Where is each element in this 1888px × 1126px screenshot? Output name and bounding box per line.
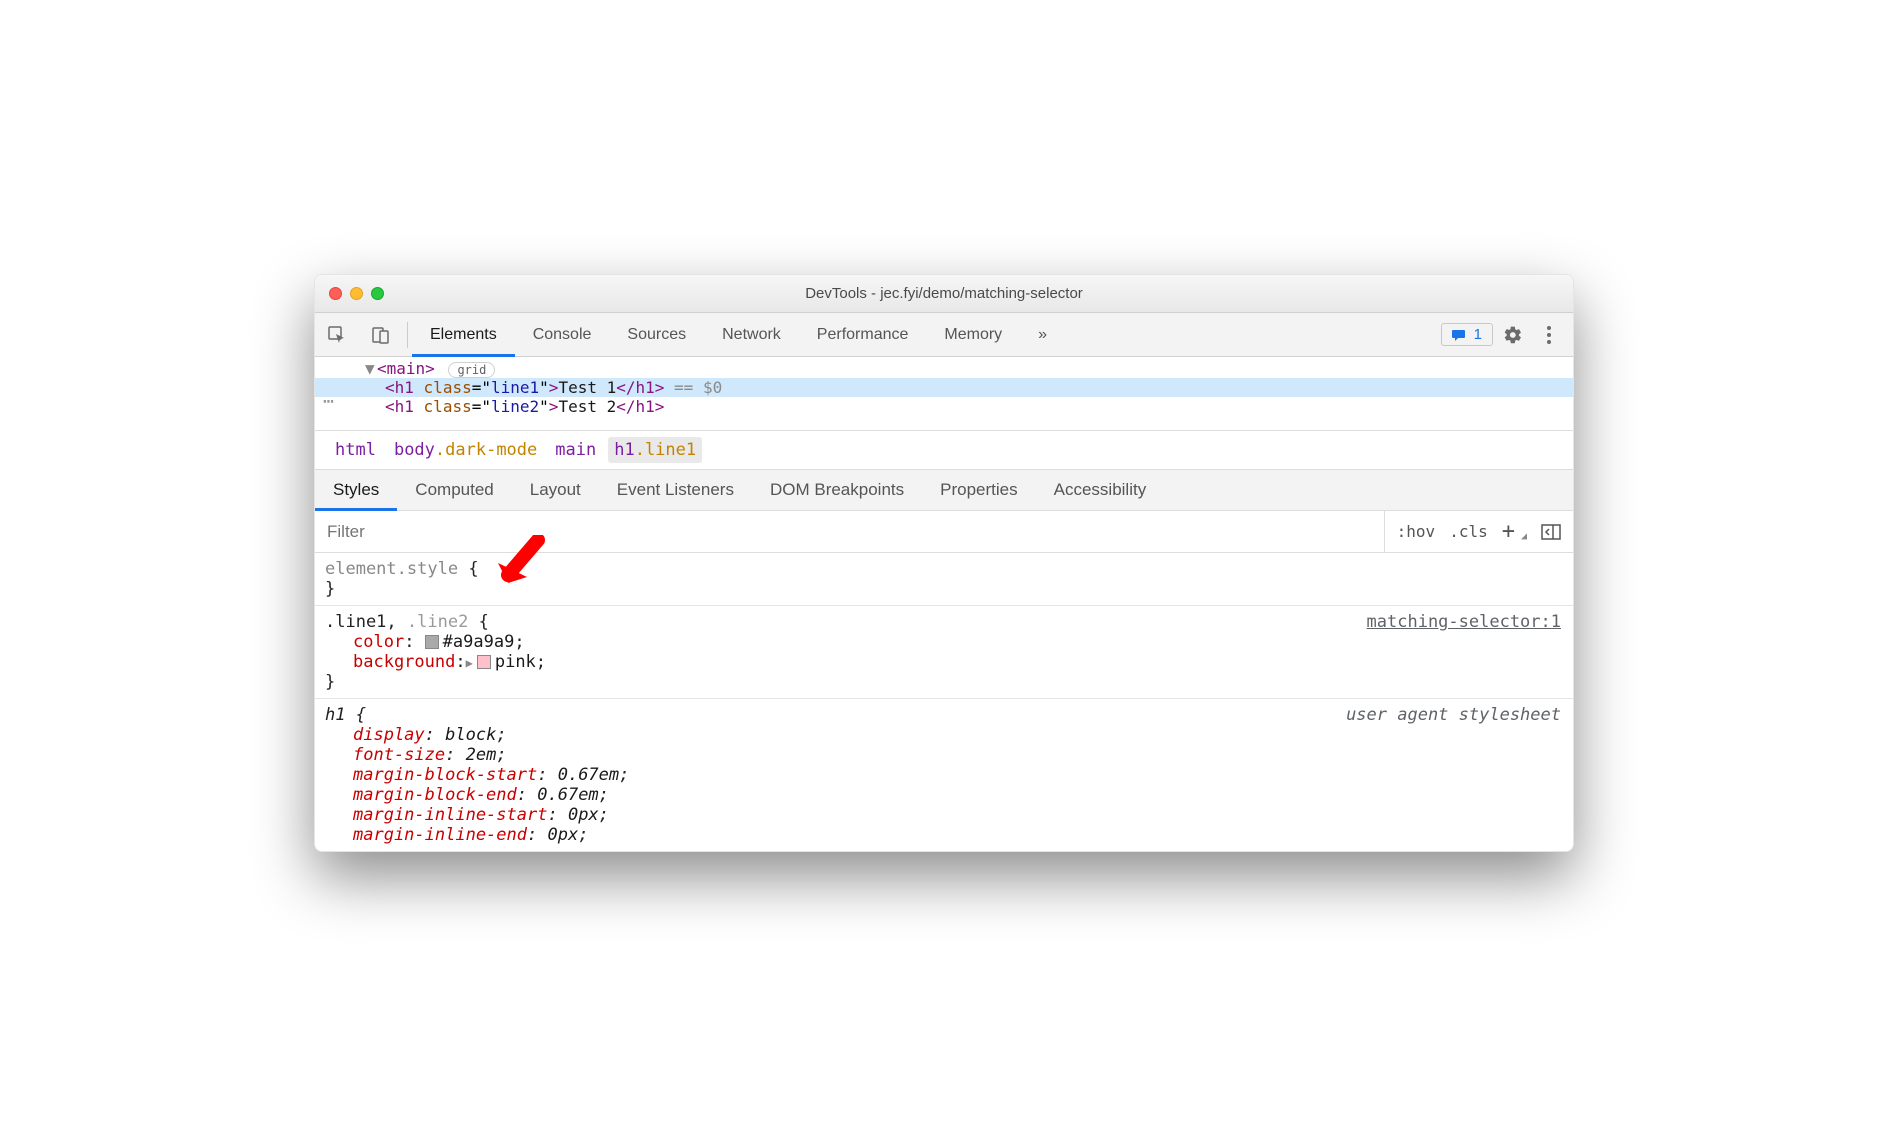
inspect-element-icon[interactable]	[315, 325, 359, 345]
declaration: font-size: 2em;	[325, 745, 1563, 765]
tag-name: main	[387, 359, 426, 378]
titlebar: DevTools - jec.fyi/demo/matching-selecto…	[315, 275, 1573, 313]
main-toolbar: Elements Console Sources Network Perform…	[315, 313, 1573, 357]
new-rule-chevron-icon[interactable]: ◢	[1521, 531, 1527, 542]
zoom-window-button[interactable]	[371, 287, 384, 300]
tab-network[interactable]: Network	[704, 313, 799, 356]
rule-h1-ua[interactable]: user agent stylesheet h1 { display: bloc…	[315, 699, 1573, 851]
gear-icon	[1503, 325, 1523, 345]
devtools-window: DevTools - jec.fyi/demo/matching-selecto…	[314, 274, 1574, 852]
subtab-layout[interactable]: Layout	[512, 470, 599, 510]
breadcrumb: html body.dark-mode main h1.line1	[315, 431, 1573, 470]
declaration: display: block;	[325, 725, 1563, 745]
styles-pane: element.style { } matching-selector:1 .l…	[315, 553, 1573, 851]
tab-console[interactable]: Console	[515, 313, 610, 356]
tab-sources[interactable]: Sources	[609, 313, 704, 356]
new-rule-button[interactable]: +	[1502, 519, 1515, 544]
subtab-computed[interactable]: Computed	[397, 470, 511, 510]
declaration: margin-inline-end: 0px;	[325, 825, 1563, 845]
filter-input[interactable]	[315, 522, 1384, 542]
source-link[interactable]: matching-selector:1	[1367, 612, 1561, 632]
dom-node-main[interactable]: ▼<main> grid	[315, 359, 1573, 378]
settings-button[interactable]	[1497, 319, 1529, 351]
dom-tree[interactable]: ▼<main> grid ⋯ <h1 class="line1">Test 1<…	[315, 357, 1573, 431]
subtab-properties[interactable]: Properties	[922, 470, 1035, 510]
crumb-html[interactable]: html	[329, 437, 382, 463]
issues-icon	[1452, 328, 1468, 342]
ellipsis-icon[interactable]: ⋯	[323, 391, 336, 412]
issues-button[interactable]: 1	[1441, 323, 1493, 346]
tab-overflow[interactable]: »	[1020, 313, 1065, 356]
rule-element-style[interactable]: element.style { }	[315, 553, 1573, 606]
subtab-dom-breakpoints[interactable]: DOM Breakpoints	[752, 470, 922, 510]
hov-button[interactable]: :hov	[1397, 522, 1436, 541]
minimize-window-button[interactable]	[350, 287, 363, 300]
toggle-sidebar-button[interactable]	[1541, 524, 1561, 540]
subtab-styles[interactable]: Styles	[315, 470, 397, 510]
expand-triangle-icon[interactable]: ▼	[365, 359, 377, 378]
subtab-accessibility[interactable]: Accessibility	[1036, 470, 1165, 510]
declaration: margin-block-end: 0.67em;	[325, 785, 1563, 805]
selector-label: element.style	[325, 559, 458, 579]
filter-row: :hov .cls + ◢	[315, 511, 1573, 553]
cls-button[interactable]: .cls	[1449, 522, 1488, 541]
crumb-body[interactable]: body.dark-mode	[388, 437, 543, 463]
color-swatch-icon[interactable]	[425, 635, 439, 649]
dom-node-selected[interactable]: <h1 class="line1">Test 1</h1> == $0	[315, 378, 1573, 397]
issues-count: 1	[1474, 326, 1482, 343]
declaration: margin-inline-start: 0px;	[325, 805, 1563, 825]
kebab-icon	[1547, 326, 1551, 344]
declaration[interactable]: background: ▶pink;	[325, 652, 1563, 672]
dom-node[interactable]: <h1 class="line2">Test 2</h1>	[315, 397, 1573, 416]
panel-tabs: Elements Console Sources Network Perform…	[412, 313, 1065, 356]
crumb-main[interactable]: main	[549, 437, 602, 463]
tab-elements[interactable]: Elements	[412, 313, 515, 356]
tab-performance[interactable]: Performance	[799, 313, 927, 356]
color-swatch-icon[interactable]	[477, 655, 491, 669]
close-window-button[interactable]	[329, 287, 342, 300]
more-options-button[interactable]	[1533, 319, 1565, 351]
tab-memory[interactable]: Memory	[926, 313, 1020, 356]
grid-badge[interactable]: grid	[448, 362, 495, 378]
sidebar-icon	[1541, 524, 1561, 540]
declaration[interactable]: color: #a9a9a9;	[325, 632, 1563, 652]
window-controls	[329, 287, 384, 300]
declaration: margin-block-start: 0.67em;	[325, 765, 1563, 785]
expand-triangle-icon[interactable]: ▶	[466, 656, 473, 670]
styles-subtabs: Styles Computed Layout Event Listeners D…	[315, 470, 1573, 511]
source-label: user agent stylesheet	[1346, 705, 1561, 725]
device-toolbar-icon[interactable]	[359, 325, 403, 345]
separator	[407, 322, 408, 348]
subtab-event-listeners[interactable]: Event Listeners	[599, 470, 752, 510]
window-title: DevTools - jec.fyi/demo/matching-selecto…	[315, 285, 1573, 302]
crumb-h1[interactable]: h1.line1	[608, 437, 702, 463]
rule-line1-line2[interactable]: matching-selector:1 .line1, .line2 { col…	[315, 606, 1573, 699]
